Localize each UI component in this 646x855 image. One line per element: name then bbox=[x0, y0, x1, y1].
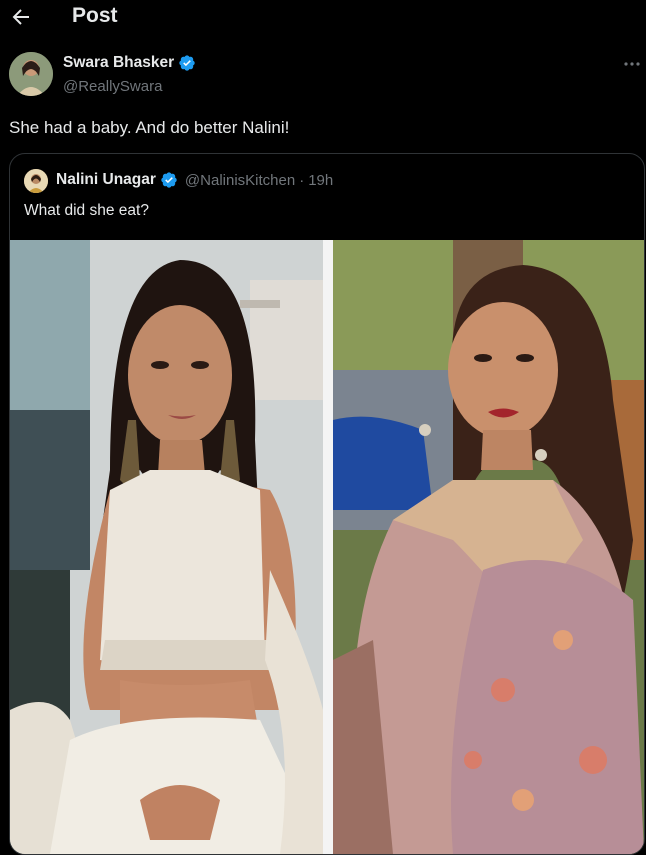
author-handle[interactable]: @ReallySwara bbox=[63, 78, 162, 95]
media-container[interactable] bbox=[10, 240, 644, 854]
author-avatar[interactable] bbox=[9, 52, 53, 96]
verified-badge-icon bbox=[179, 55, 195, 71]
quoted-text: What did she eat? bbox=[24, 202, 149, 219]
quoted-post[interactable]: Nalini Unagar @NalinisKitchen · 19h What… bbox=[9, 153, 645, 855]
photo-left[interactable] bbox=[10, 240, 323, 854]
arrow-left-icon[interactable] bbox=[9, 5, 33, 29]
author-name[interactable]: Swara Bhasker bbox=[63, 54, 174, 72]
quoted-author-name[interactable]: Nalini Unagar bbox=[56, 171, 156, 189]
quoted-header: Nalini Unagar @NalinisKitchen · 19h bbox=[56, 171, 333, 189]
quoted-author-avatar[interactable] bbox=[24, 169, 48, 193]
verified-badge-icon bbox=[161, 172, 177, 188]
quoted-timestamp[interactable]: 19h bbox=[308, 172, 333, 189]
separator-dot: · bbox=[299, 171, 305, 189]
more-horizontal-icon[interactable] bbox=[622, 58, 642, 70]
page-title: Post bbox=[72, 4, 118, 27]
photo-right[interactable] bbox=[333, 240, 644, 854]
post-text: She had a baby. And do better Nalini! bbox=[9, 118, 290, 137]
top-bar: Post bbox=[0, 0, 646, 40]
media-divider bbox=[323, 240, 333, 854]
author-name-row: Swara Bhasker bbox=[63, 54, 196, 72]
quoted-author-handle[interactable]: @NalinisKitchen bbox=[185, 172, 295, 189]
